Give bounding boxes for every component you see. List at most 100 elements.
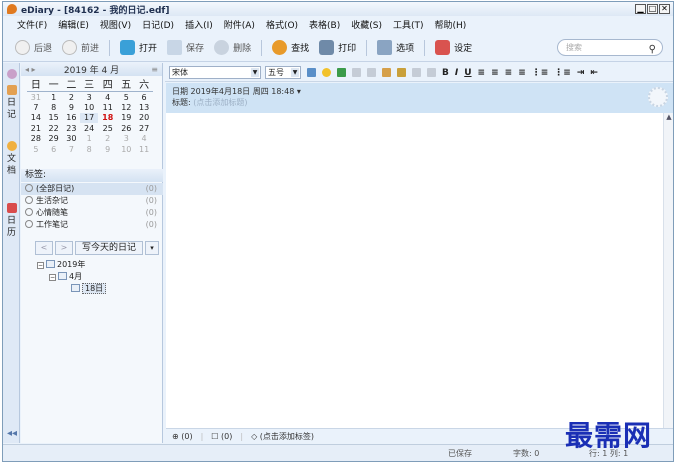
calendar-day[interactable]: 25 <box>98 123 117 134</box>
menu-diary[interactable]: 日记(D) <box>142 18 174 31</box>
indent-icon[interactable]: ⇥ <box>577 68 585 78</box>
calendar-day[interactable]: 7 <box>63 144 81 155</box>
calendar-day[interactable]: 15 <box>45 113 63 124</box>
bullet-list-icon[interactable]: ⋮≡ <box>554 68 571 78</box>
scroll-up-icon[interactable]: ▲ <box>664 113 673 121</box>
menu-help[interactable]: 帮助(H) <box>435 18 467 31</box>
write-today-button[interactable]: 写今天的日记 <box>75 241 143 255</box>
calendar-day[interactable]: 5 <box>117 92 135 103</box>
search-icon[interactable]: ⚲ <box>649 42 656 57</box>
menu-edit[interactable]: 编辑(E) <box>58 18 89 31</box>
calendar-day[interactable]: 10 <box>80 102 98 113</box>
calendar-day[interactable]: 4 <box>135 134 153 145</box>
calendar-day[interactable]: 23 <box>63 123 81 134</box>
delete-button[interactable]: 删除 <box>214 40 251 55</box>
menu-favorites[interactable]: 收藏(S) <box>351 18 382 31</box>
calendar-day[interactable]: 18 <box>98 113 117 124</box>
justify-icon[interactable]: ≡ <box>518 68 526 78</box>
italic-icon[interactable]: I <box>455 68 458 78</box>
menu-view[interactable]: 视图(V) <box>100 18 131 31</box>
insert-table-icon[interactable] <box>337 68 346 77</box>
save-button[interactable]: 保存 <box>167 40 204 55</box>
entry-date[interactable]: 日期 2019年4月18日 周四 18:48 ▾ <box>166 86 673 97</box>
calendar-day[interactable]: 27 <box>135 123 153 134</box>
menu-file[interactable]: 文件(F) <box>17 18 47 31</box>
calendar-day[interactable]: 31 <box>27 92 45 103</box>
vtab-settings[interactable] <box>4 67 19 81</box>
collapse-panel-icon[interactable]: ◂◂ <box>7 428 17 439</box>
bold-icon[interactable]: B <box>442 68 449 78</box>
vtab-diary[interactable]: 日记 <box>4 83 19 121</box>
calendar-day[interactable]: 14 <box>27 113 45 124</box>
calendar-day[interactable]: 24 <box>80 123 98 134</box>
menu-format[interactable]: 格式(O) <box>266 18 298 31</box>
print-button[interactable]: 打印 <box>319 40 356 55</box>
font-size-select[interactable]: 五号 ▼ <box>265 66 301 79</box>
align-left-icon[interactable]: ≡ <box>478 68 486 78</box>
calendar-day[interactable]: 12 <box>117 102 135 113</box>
calendar-day[interactable]: 16 <box>63 113 81 124</box>
align-center-icon[interactable]: ≡ <box>491 68 499 78</box>
underline-icon[interactable]: U <box>464 68 471 78</box>
calendar-day[interactable]: 6 <box>135 92 153 103</box>
find-button[interactable]: 查找 <box>272 40 309 55</box>
calendar-day[interactable]: 21 <box>27 123 45 134</box>
menu-attachment[interactable]: 附件(A) <box>224 18 255 31</box>
align-right-icon[interactable]: ≡ <box>505 68 513 78</box>
tag-item-life[interactable]: 生活杂记 (0) <box>21 195 163 207</box>
add-tag-link[interactable]: ◇ (点击添加标签) <box>251 429 314 443</box>
calendar-day[interactable]: 10 <box>117 144 135 155</box>
calendar-day[interactable]: 29 <box>45 134 63 145</box>
next-day-button[interactable]: > <box>55 241 73 255</box>
calendar-day[interactable]: 4 <box>98 92 117 103</box>
menu-tools[interactable]: 工具(T) <box>393 18 424 31</box>
forward-button[interactable]: 前进 <box>62 40 99 55</box>
calendar-day[interactable]: 8 <box>80 144 98 155</box>
vtab-calendar[interactable]: 日历 <box>4 201 19 239</box>
paste-icon[interactable] <box>382 68 391 77</box>
minimize-button[interactable]: ▁ <box>635 4 646 14</box>
calendar-day[interactable]: 20 <box>135 113 153 124</box>
calendar-day[interactable]: 11 <box>98 102 117 113</box>
tree-node-day[interactable]: 18日 <box>37 283 107 295</box>
calendar-day[interactable]: 9 <box>63 102 81 113</box>
calendar-day[interactable]: 13 <box>135 102 153 113</box>
tag-item-work[interactable]: 工作笔记 (0) <box>21 219 163 231</box>
collapse-icon[interactable]: − <box>37 262 44 269</box>
calendar-day[interactable]: 30 <box>63 134 81 145</box>
calendar-day[interactable]: 3 <box>80 92 98 103</box>
entry-title-field[interactable]: 标题: (点击添加标题) <box>166 97 673 108</box>
calendar-day[interactable]: 1 <box>45 92 63 103</box>
menu-table[interactable]: 表格(B) <box>309 18 340 31</box>
tree-node-year[interactable]: −2019年 <box>37 259 106 271</box>
comment-count[interactable]: ☐ (0) <box>211 429 232 443</box>
calendar-day[interactable]: 5 <box>27 144 45 155</box>
format-brush-icon[interactable] <box>397 68 406 77</box>
attachment-count[interactable]: ⊕ (0) <box>172 429 193 443</box>
calendar-day[interactable]: 3 <box>117 134 135 145</box>
insert-image-icon[interactable] <box>307 68 316 77</box>
options-button[interactable]: 选项 <box>377 40 414 55</box>
numbered-list-icon[interactable]: ⋮≡ <box>532 68 549 78</box>
calendar-day[interactable]: 19 <box>117 113 135 124</box>
prev-day-button[interactable]: < <box>35 241 53 255</box>
collapse-icon[interactable]: − <box>49 274 56 281</box>
settings-button[interactable]: 设定 <box>435 40 472 55</box>
search-input[interactable]: 搜索 ⚲ <box>557 39 663 56</box>
calendar-day[interactable]: 11 <box>135 144 153 155</box>
chevron-down-icon[interactable]: ▾ <box>145 241 159 255</box>
chevron-down-icon[interactable]: ▾ <box>297 87 301 96</box>
calendar-day[interactable]: 2 <box>63 92 81 103</box>
calendar-day[interactable]: 9 <box>98 144 117 155</box>
vtab-docs[interactable]: 文档 <box>4 139 19 177</box>
open-button[interactable]: 打开 <box>120 40 157 55</box>
maximize-button[interactable]: □ <box>647 4 658 14</box>
calendar-day[interactable]: 7 <box>27 102 45 113</box>
calendar-day[interactable]: 22 <box>45 123 63 134</box>
copy-icon[interactable] <box>367 68 376 77</box>
calendar-menu-icon[interactable]: ≡ <box>151 65 158 74</box>
cut-icon[interactable] <box>352 68 361 77</box>
diary-editor[interactable] <box>166 113 663 428</box>
editor-scrollbar[interactable]: ▲ <box>663 113 673 428</box>
calendar-day[interactable]: 17 <box>80 112 98 123</box>
